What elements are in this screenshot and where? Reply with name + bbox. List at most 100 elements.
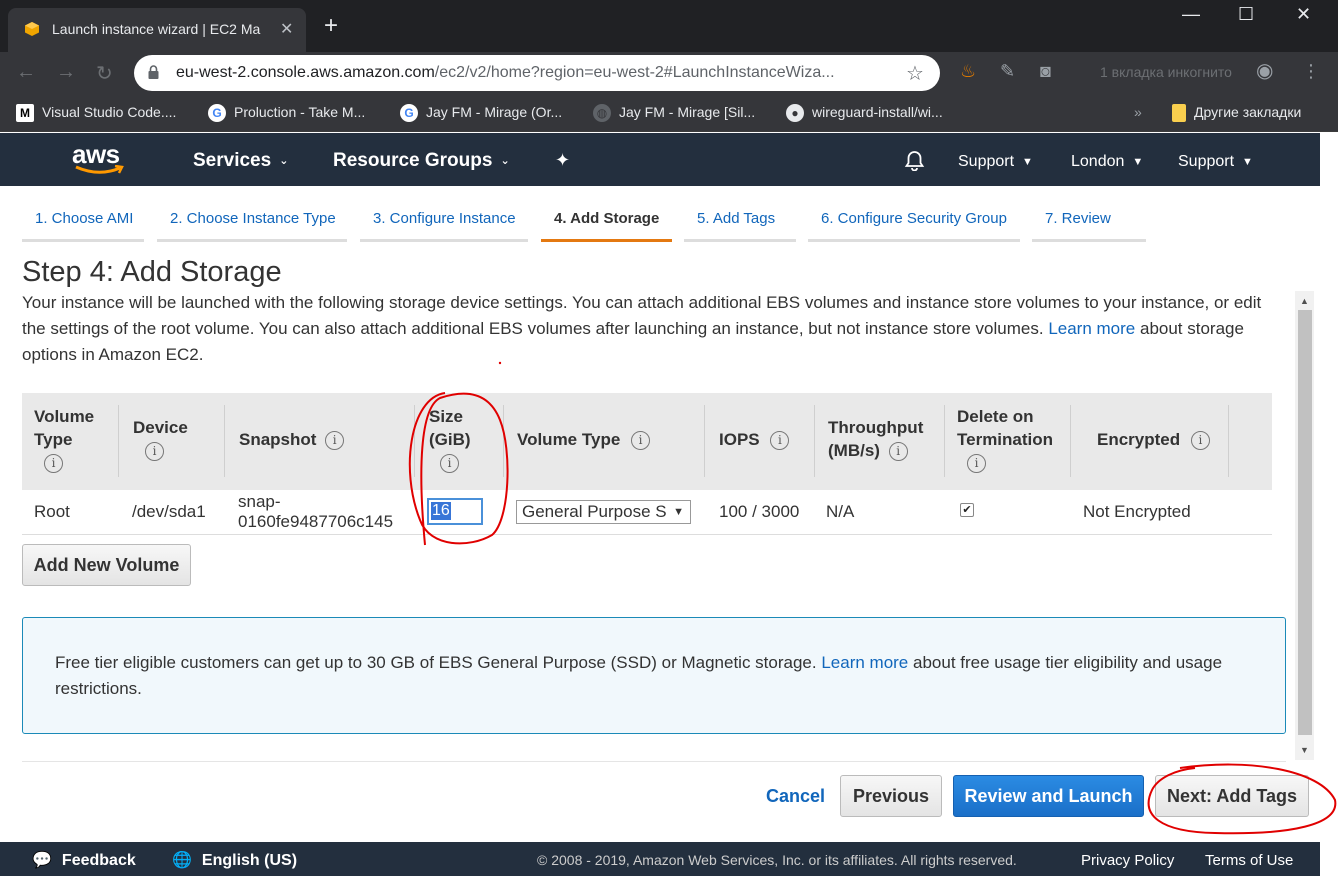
incognito-label: 1 вкладка инкогнито — [1100, 64, 1232, 80]
info-icon[interactable]: i — [888, 442, 908, 462]
back-icon[interactable]: ← — [16, 61, 36, 84]
step-choose-ami[interactable]: 1. Choose AMI — [22, 210, 144, 242]
bookmarks-bar: M Visual Studio Code.... G Proluction - Ta… — [0, 94, 1338, 132]
learn-more-link[interactable]: Learn more — [1048, 319, 1135, 338]
scrollbar-thumb[interactable] — [1298, 310, 1312, 735]
feedback-label: Feedback — [61, 852, 136, 869]
cell-iops: 100 / 3000 — [719, 502, 800, 521]
support-label: Support — [1178, 153, 1235, 170]
size-input[interactable]: 16 — [427, 498, 483, 525]
new-tab-icon[interactable]: + — [324, 14, 338, 38]
info-icon[interactable]: i — [145, 442, 164, 462]
info-icon[interactable]: i — [770, 431, 790, 451]
account-menu[interactable]: Support ▼ — [958, 153, 1033, 171]
step-add-tags[interactable]: 5. Add Tags — [684, 210, 796, 242]
info-icon[interactable]: i — [44, 454, 63, 474]
terms-of-use-link[interactable]: Terms of Use — [1205, 852, 1293, 869]
column-divider — [1070, 405, 1071, 477]
col-volume-type[interactable]: Volume Type i — [34, 405, 94, 474]
resource-groups-menu[interactable]: Resource Groups ⌄ — [333, 150, 510, 172]
col-snapshot-label: Snapshot — [239, 430, 317, 449]
info-icon[interactable]: i — [631, 431, 651, 451]
cancel-button[interactable]: Cancel — [766, 786, 825, 807]
col-delete-on-termination[interactable]: Delete on Termination i — [957, 405, 1053, 474]
minimize-icon[interactable]: — — [1182, 4, 1200, 25]
col-delete-label: Delete on — [957, 407, 1034, 426]
cell-snapshot-line: snap- — [238, 492, 281, 511]
bookmark-item[interactable]: ● wireguard-install/wi... — [786, 104, 943, 123]
step-configure-security-group[interactable]: 6. Configure Security Group — [808, 210, 1020, 242]
free-tier-learn-more-link[interactable]: Learn more — [821, 653, 908, 672]
close-window-icon[interactable]: ✕ — [1296, 4, 1311, 25]
col-encrypted-label: Encrypted — [1097, 430, 1181, 449]
col-device-label: Device — [133, 418, 188, 437]
pin-icon[interactable]: ✦ — [555, 150, 570, 171]
step-add-storage[interactable]: 4. Add Storage — [541, 210, 672, 242]
col-throughput-label: Throughput — [828, 418, 924, 437]
privacy-policy-link[interactable]: Privacy Policy — [1081, 852, 1174, 869]
free-tier-text: Free tier eligible customers can get up … — [55, 650, 1255, 702]
other-bookmarks[interactable]: Другие закладки — [1172, 104, 1301, 123]
bookmark-item[interactable]: G Jay FM - Mirage (Or... — [400, 104, 562, 123]
bookmark-item[interactable]: G Proluction - Take M... — [208, 104, 365, 123]
browser-toolbar: ← → ↻ eu-west-2.console.aws.amazon.com/e… — [0, 52, 1338, 94]
volume-type-select[interactable]: General Purpose S ▼ — [516, 500, 691, 524]
column-divider — [814, 405, 815, 477]
step-review[interactable]: 7. Review — [1032, 210, 1146, 242]
volume-type-selected: General Purpose S — [522, 502, 667, 521]
info-icon[interactable]: i — [440, 454, 459, 474]
info-icon[interactable]: i — [967, 454, 986, 474]
bookmark-item[interactable]: ◍ Jay FM - Mirage [Sil... — [593, 104, 755, 123]
chevron-down-icon: ⌄ — [279, 155, 289, 168]
next-add-tags-button[interactable]: Next: Add Tags — [1155, 775, 1309, 817]
bell-icon[interactable] — [904, 150, 925, 171]
delete-on-termination-checkbox[interactable]: ✔ — [960, 503, 974, 517]
info-icon[interactable]: i — [1190, 431, 1210, 451]
col-iops[interactable]: IOPS i — [719, 428, 790, 451]
java-extension-icon[interactable]: ♨ — [960, 61, 976, 82]
col-device[interactable]: Device i — [133, 416, 188, 462]
reload-icon[interactable]: ↻ — [96, 61, 113, 86]
menu-icon[interactable]: ⋮ — [1302, 61, 1320, 82]
pen-extension-icon[interactable]: ✎ — [1000, 61, 1015, 82]
step-configure-instance[interactable]: 3. Configure Instance — [360, 210, 528, 242]
incognito-icon[interactable]: ◉ — [1256, 58, 1273, 83]
col-snapshot[interactable]: Snapshot i — [239, 428, 345, 451]
url-text: eu-west-2.console.aws.amazon.com/ec2/v2/… — [176, 64, 896, 82]
caret-down-icon: ▼ — [1242, 155, 1253, 168]
col-size-label-2: (GiB) — [429, 430, 471, 449]
globe-icon: 🌐 — [172, 852, 192, 869]
browser-tab[interactable]: Launch instance wizard | EC2 Ma ✕ — [8, 8, 306, 52]
feedback-link[interactable]: 💬 Feedback — [32, 850, 136, 870]
tab-close-icon[interactable]: ✕ — [280, 19, 293, 39]
step-choose-instance-type[interactable]: 2. Choose Instance Type — [157, 210, 347, 242]
scroll-down-icon[interactable]: ▼ — [1300, 745, 1309, 755]
col-size[interactable]: Size (GiB) i — [429, 405, 471, 474]
bookmark-star-icon[interactable]: ☆ — [906, 61, 924, 86]
scroll-up-icon[interactable]: ▲ — [1300, 296, 1309, 306]
support-menu[interactable]: Support ▼ — [1178, 153, 1253, 171]
medium-icon: M — [16, 104, 34, 123]
forward-icon[interactable]: → — [56, 61, 76, 84]
bookmark-label: wireguard-install/wi... — [812, 104, 943, 120]
language-selector[interactable]: 🌐 English (US) — [172, 850, 297, 870]
camera-extension-icon[interactable]: ◙ — [1040, 61, 1051, 82]
previous-button[interactable]: Previous — [840, 775, 942, 817]
address-bar[interactable]: eu-west-2.console.aws.amazon.com/ec2/v2/… — [134, 55, 940, 91]
info-icon[interactable]: i — [325, 431, 345, 451]
column-divider — [944, 405, 945, 477]
add-new-volume-button[interactable]: Add New Volume — [22, 544, 191, 586]
services-menu[interactable]: Services ⌄ — [193, 150, 288, 172]
col-volume-type-2[interactable]: Volume Type i — [517, 428, 651, 451]
chevron-down-icon: ⌄ — [500, 155, 510, 168]
cell-volume-type: Root — [34, 502, 70, 521]
tab-title: Launch instance wizard | EC2 Ma — [52, 21, 261, 37]
more-bookmarks-icon[interactable]: » — [1134, 104, 1142, 120]
review-and-launch-button[interactable]: Review and Launch — [953, 775, 1144, 817]
col-throughput[interactable]: Throughput (MB/s) i — [828, 416, 923, 462]
col-encrypted[interactable]: Encrypted i — [1097, 428, 1210, 451]
bookmark-item[interactable]: M Visual Studio Code.... — [16, 104, 176, 123]
github-icon: ● — [786, 104, 804, 123]
maximize-icon[interactable]: ☐ — [1238, 4, 1254, 25]
region-menu[interactable]: London ▼ — [1071, 153, 1143, 171]
